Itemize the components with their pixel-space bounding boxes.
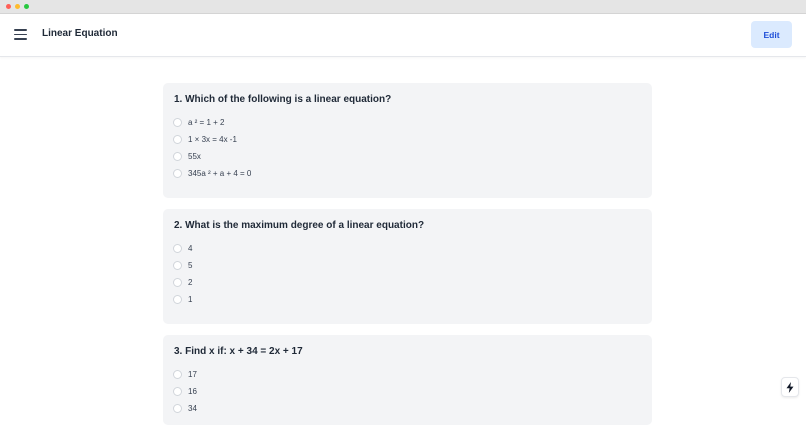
answer-option-label: 1 [188,294,193,304]
answer-option[interactable]: 17 [173,367,197,381]
radio-button[interactable] [173,294,182,304]
window-titlebar [0,0,806,14]
answer-option[interactable]: 34 [173,401,197,415]
radio-button[interactable] [173,277,182,287]
answer-option-label: 345a ² + a + 4 = 0 [188,168,252,178]
answer-option-label: a ² = 1 + 2 [188,117,225,127]
answer-option-label: 5 [188,260,193,270]
question-card-1: 1. Which of the following is a linear eq… [163,83,652,198]
radio-button[interactable] [173,134,182,144]
hamburger-icon[interactable] [14,29,27,40]
answer-option-label: 34 [188,403,197,413]
radio-button[interactable] [173,369,182,379]
answer-option-label: 17 [188,369,197,379]
answer-option[interactable]: 2 [173,275,192,289]
answer-option-label: 4 [188,243,193,253]
answer-option-label: 2 [188,277,193,287]
answer-option[interactable]: 1 [173,292,192,306]
app-header: Linear Equation Edit [0,14,806,57]
answer-option[interactable]: 345a ² + a + 4 = 0 [173,166,251,180]
question-text: 1. Which of the following is a linear eq… [174,94,392,105]
question-card-3: 3. Find x if: x + 34 = 2x + 17 17 16 34 [163,335,652,425]
answer-option-label: 55x [188,151,201,161]
answer-option[interactable]: 4 [173,241,192,255]
close-window-button[interactable] [6,4,11,9]
radio-button[interactable] [173,403,182,413]
question-text: 3. Find x if: x + 34 = 2x + 17 [174,346,303,357]
answer-option[interactable]: a ² = 1 + 2 [173,115,224,129]
maximize-window-button[interactable] [24,4,29,9]
lightning-bolt-icon[interactable] [781,377,799,397]
radio-button[interactable] [173,243,182,253]
answer-option[interactable]: 1 × 3x = 4x -1 [173,132,237,146]
radio-button[interactable] [173,260,182,270]
radio-button[interactable] [173,386,182,396]
edit-button[interactable]: Edit [751,21,792,48]
answer-option[interactable]: 55x [173,149,201,163]
answer-option-label: 16 [188,386,197,396]
answer-option[interactable]: 16 [173,384,197,398]
question-card-2: 2. What is the maximum degree of a linea… [163,209,652,324]
radio-button[interactable] [173,168,182,178]
question-text: 2. What is the maximum degree of a linea… [174,220,425,231]
minimize-window-button[interactable] [15,4,20,9]
answer-option[interactable]: 5 [173,258,192,272]
answer-option-label: 1 × 3x = 4x -1 [188,134,237,144]
radio-button[interactable] [173,117,182,127]
radio-button[interactable] [173,151,182,161]
page-title: Linear Equation [42,28,118,39]
